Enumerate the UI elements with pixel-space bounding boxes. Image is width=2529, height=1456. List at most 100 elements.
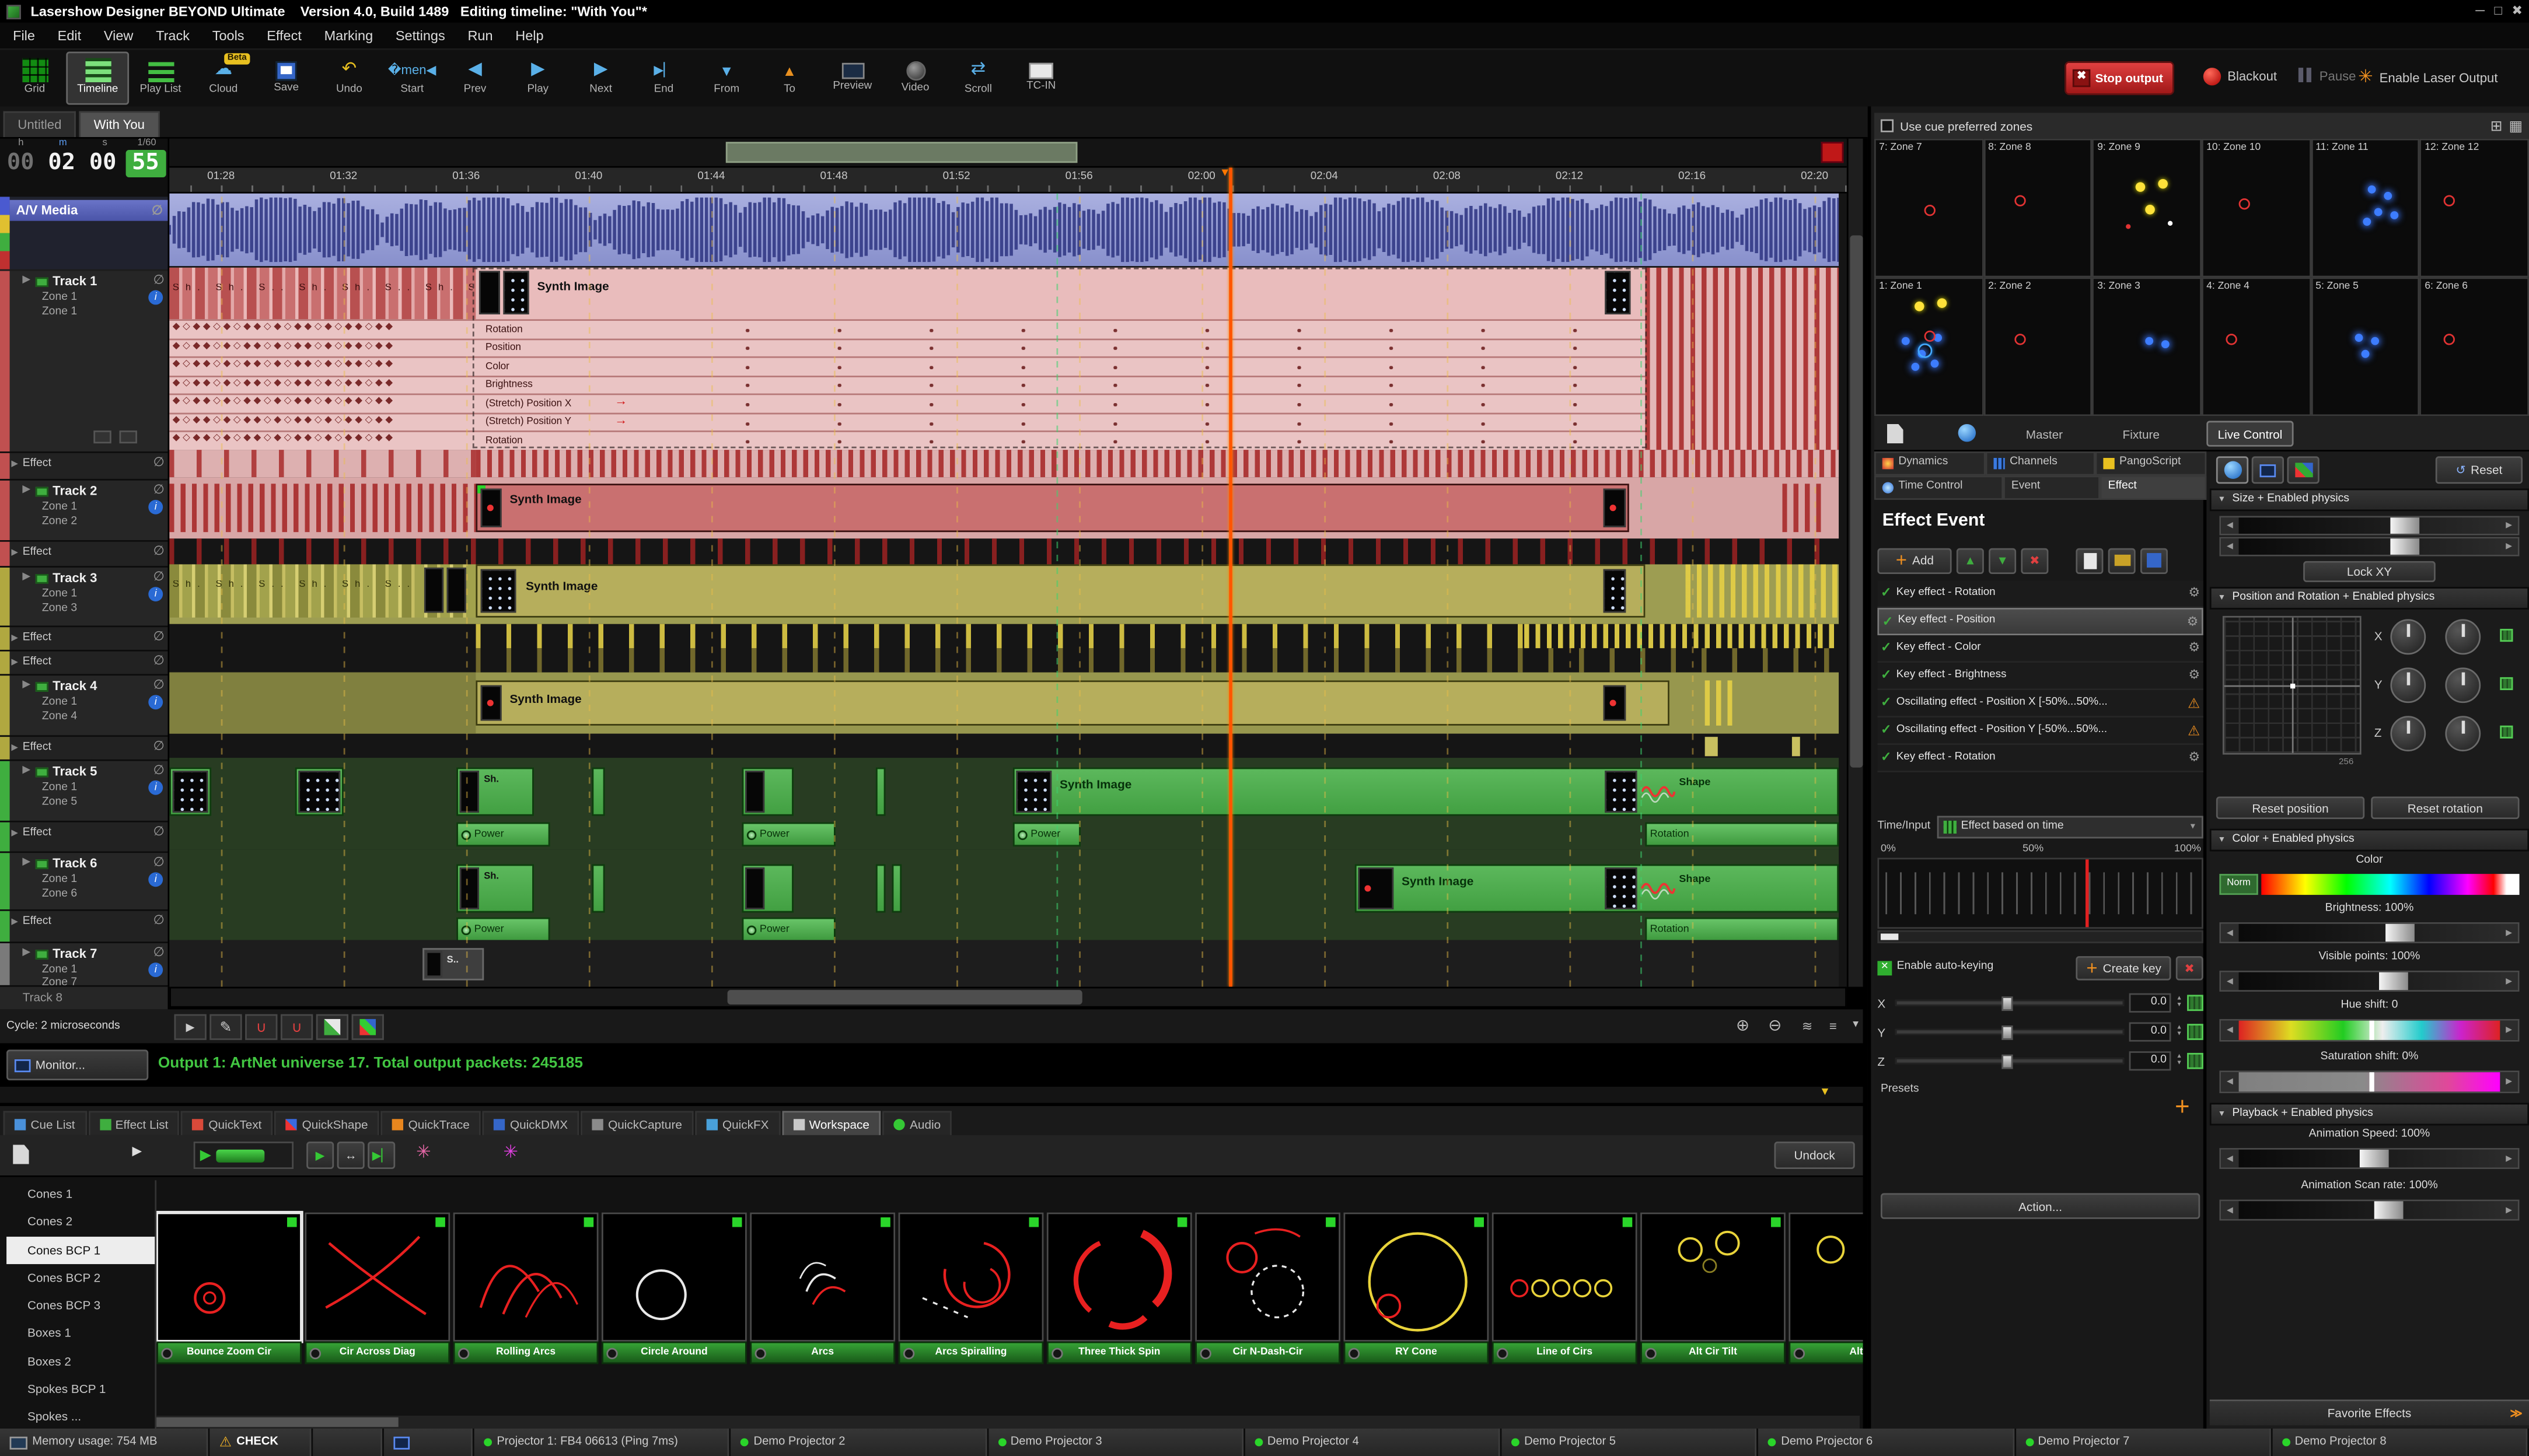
effect-time-scrubber[interactable] (1877, 858, 2203, 929)
clip-synth-image-track-1[interactable]: Synth Image (476, 268, 1645, 319)
tab-with-you[interactable]: With You (79, 111, 159, 137)
workspace-page-item[interactable]: Cones 2 (6, 1208, 155, 1236)
slider-track[interactable] (2239, 1150, 2500, 1167)
arrow-right-icon[interactable]: ▶ (2500, 1150, 2517, 1167)
slider-thumb[interactable] (2385, 924, 2414, 942)
to-button[interactable]: ▲To (758, 51, 821, 104)
key-effect-subrow[interactable]: ◆ ◇ ◆ ◆ ◇ ◆ ◇ ◆ ◆ ◇ ◆ ◇ ◆ ◆ ◇ ◆ ◇ ◆ ◆ ◇ … (169, 338, 1645, 356)
slider-track[interactable] (2239, 1072, 2500, 1091)
power-effect-clip[interactable]: Power (742, 822, 835, 846)
slider-track[interactable] (2239, 1021, 2500, 1040)
size-y-slider[interactable]: ◀▶ (2219, 537, 2519, 556)
save-button[interactable]: Save (255, 51, 318, 104)
animation-scan-slider[interactable]: ◀▶ (2219, 1199, 2519, 1220)
snap-tool-button-2[interactable]: ∪ (281, 1014, 313, 1040)
slider-thumb[interactable] (2001, 1055, 2012, 1069)
z-link-button[interactable] (2500, 726, 2513, 738)
track-8-header[interactable]: Track 8 (0, 987, 169, 1010)
track-6-clip[interactable] (592, 864, 605, 913)
cue-bounce-zoom-cir[interactable]: Bounce Zoom Cir (156, 1213, 302, 1364)
timeline-horizontal-scrollbar[interactable] (169, 987, 1847, 1008)
tab-time-control[interactable]: Time Control (1874, 475, 2003, 499)
slider-thumb[interactable] (2001, 996, 2012, 1011)
track-6-clip[interactable]: Sh. (456, 864, 534, 913)
display-segment[interactable] (384, 1429, 474, 1456)
track-3-header[interactable]: ▶Track 3 ∅i Zone 1 Zone 3 (0, 568, 169, 627)
slider-thumb[interactable] (2374, 1201, 2404, 1219)
track-7-band[interactable] (169, 940, 1839, 986)
track-2-clip-cluster[interactable] (169, 484, 476, 532)
info-icon[interactable]: i (148, 290, 163, 305)
projector-status[interactable]: Demo Projector 6 (1759, 1429, 2015, 1456)
arrow-left-icon[interactable]: ◀ (2221, 972, 2238, 990)
workspace-page-item[interactable]: Cones 1 (6, 1180, 155, 1208)
start-button[interactable]: �men◀Start (380, 51, 443, 104)
playlist-button[interactable]: Play List (129, 51, 192, 104)
rotation-y-knob-2[interactable] (2445, 667, 2481, 703)
delete-effect-button[interactable]: ✖ (2021, 547, 2048, 573)
track-5-clip[interactable] (169, 768, 211, 816)
zone-cell-5[interactable]: 5: Zone 5 (2311, 277, 2420, 416)
effect-row[interactable]: ✓Key effect - Brightness⚙ (1877, 663, 2203, 690)
projector-status[interactable]: Demo Projector 3 (988, 1429, 1245, 1456)
draw-tool-button[interactable]: ✎ (209, 1014, 242, 1040)
scrubber-playhead[interactable] (2086, 859, 2088, 927)
prev-button[interactable]: ◀Prev (443, 51, 507, 104)
expand-icon[interactable]: ▶ (23, 949, 30, 960)
info-icon[interactable]: i (148, 587, 163, 601)
track-4-effect-row[interactable]: ▶Effect∅ (0, 737, 169, 761)
slider-thumb[interactable] (2390, 538, 2419, 555)
slider-thumb[interactable] (2390, 517, 2419, 534)
color-norm-chip[interactable]: Norm (2219, 874, 2258, 895)
rotation-effect-clip[interactable]: Rotation (1645, 918, 1839, 942)
snap-tool-button[interactable]: ∪ (245, 1014, 277, 1040)
tab-effect[interactable]: Effect (2100, 475, 2206, 499)
color-section-header[interactable]: ▼Color + Enabled physics (2210, 829, 2529, 852)
axis-z-matrix-button[interactable] (2187, 1053, 2203, 1069)
arrow-left-icon[interactable]: ◀ (2221, 1021, 2238, 1040)
projector-status[interactable]: Demo Projector 8 (2272, 1429, 2529, 1456)
laser-beam-icon[interactable]: ✳ (503, 1143, 518, 1164)
arrow-left-icon[interactable]: ◀ (2221, 924, 2238, 942)
effect-row[interactable]: ✓Oscillating effect - Position Y [-50%..… (1877, 718, 2203, 745)
rotation-x-knob-2[interactable] (2445, 619, 2481, 654)
axis-y-slider[interactable] (1895, 1028, 2125, 1035)
next-button[interactable]: ▶Next (570, 51, 633, 104)
cue-alt-cir-tilt[interactable]: Alt Cir Tilt (1640, 1213, 1786, 1364)
projector-status[interactable]: Demo Projector 2 (731, 1429, 988, 1456)
slider-track[interactable] (2239, 1201, 2500, 1219)
zoom-out-button[interactable]: ⊖ (1761, 1014, 1789, 1040)
track-7-header[interactable]: ▶Track 7 ∅i Zone 1 Zone 7 (0, 943, 169, 987)
zone-cell-1[interactable]: 1: Zone 1 (1874, 277, 1983, 416)
track-6-clip[interactable] (876, 864, 886, 913)
tab-fixture[interactable]: Fixture (2113, 421, 2170, 446)
workspace-page-item[interactable]: Boxes 2 (6, 1348, 155, 1376)
track-4-header[interactable]: ▶Track 4 ∅i Zone 1 Zone 4 (0, 676, 169, 737)
projector-status[interactable]: Demo Projector 5 (1501, 1429, 1758, 1456)
zone-cell-7[interactable]: 7: Zone 7 (1874, 139, 1983, 278)
track-5-clip[interactable] (295, 768, 344, 816)
play-cue-button[interactable]: ▶ (306, 1142, 334, 1169)
arrow-left-icon[interactable]: ◀ (2221, 538, 2238, 555)
zone-cell-11[interactable]: 11: Zone 11 (2311, 139, 2420, 278)
animation-speed-slider[interactable]: ◀▶ (2219, 1148, 2519, 1169)
playhead[interactable] (1229, 167, 1232, 986)
cue-cir-across-diag[interactable]: Cir Across Diag (305, 1213, 450, 1364)
slider-track[interactable] (2239, 972, 2500, 990)
close-button[interactable]: ✖ (2512, 4, 2523, 19)
new-file-button[interactable] (2076, 547, 2103, 573)
track-6-clip[interactable] (892, 864, 902, 913)
scroll-thumb[interactable] (1850, 236, 1863, 768)
key-effect-subrow[interactable]: ◆ ◇ ◆ ◆ ◇ ◆ ◇ ◆ ◆ ◇ ◆ ◇ ◆ ◆ ◇ ◆ ◇ ◆ ◆ ◇ … (169, 375, 1645, 394)
bottom-tab[interactable]: QuickDMX (483, 1111, 579, 1135)
effect-row[interactable]: ✓Key effect - Rotation⚙ (1877, 580, 2203, 608)
cue-cir-n-dash-cir[interactable]: Cir N-Dash-Cir (1195, 1213, 1340, 1364)
av-waveform-band[interactable] (169, 194, 1839, 266)
effect-band-3a[interactable] (476, 624, 1524, 648)
live-world-button[interactable] (2216, 456, 2248, 484)
info-icon[interactable]: i (148, 963, 163, 977)
preview-button[interactable]: Preview (821, 51, 884, 104)
projector-status[interactable]: Projector 1: FB4 06613 (Ping 7ms) (474, 1429, 731, 1456)
info-icon[interactable]: i (148, 872, 163, 887)
arrow-right-icon[interactable]: ▶ (2500, 517, 2517, 534)
